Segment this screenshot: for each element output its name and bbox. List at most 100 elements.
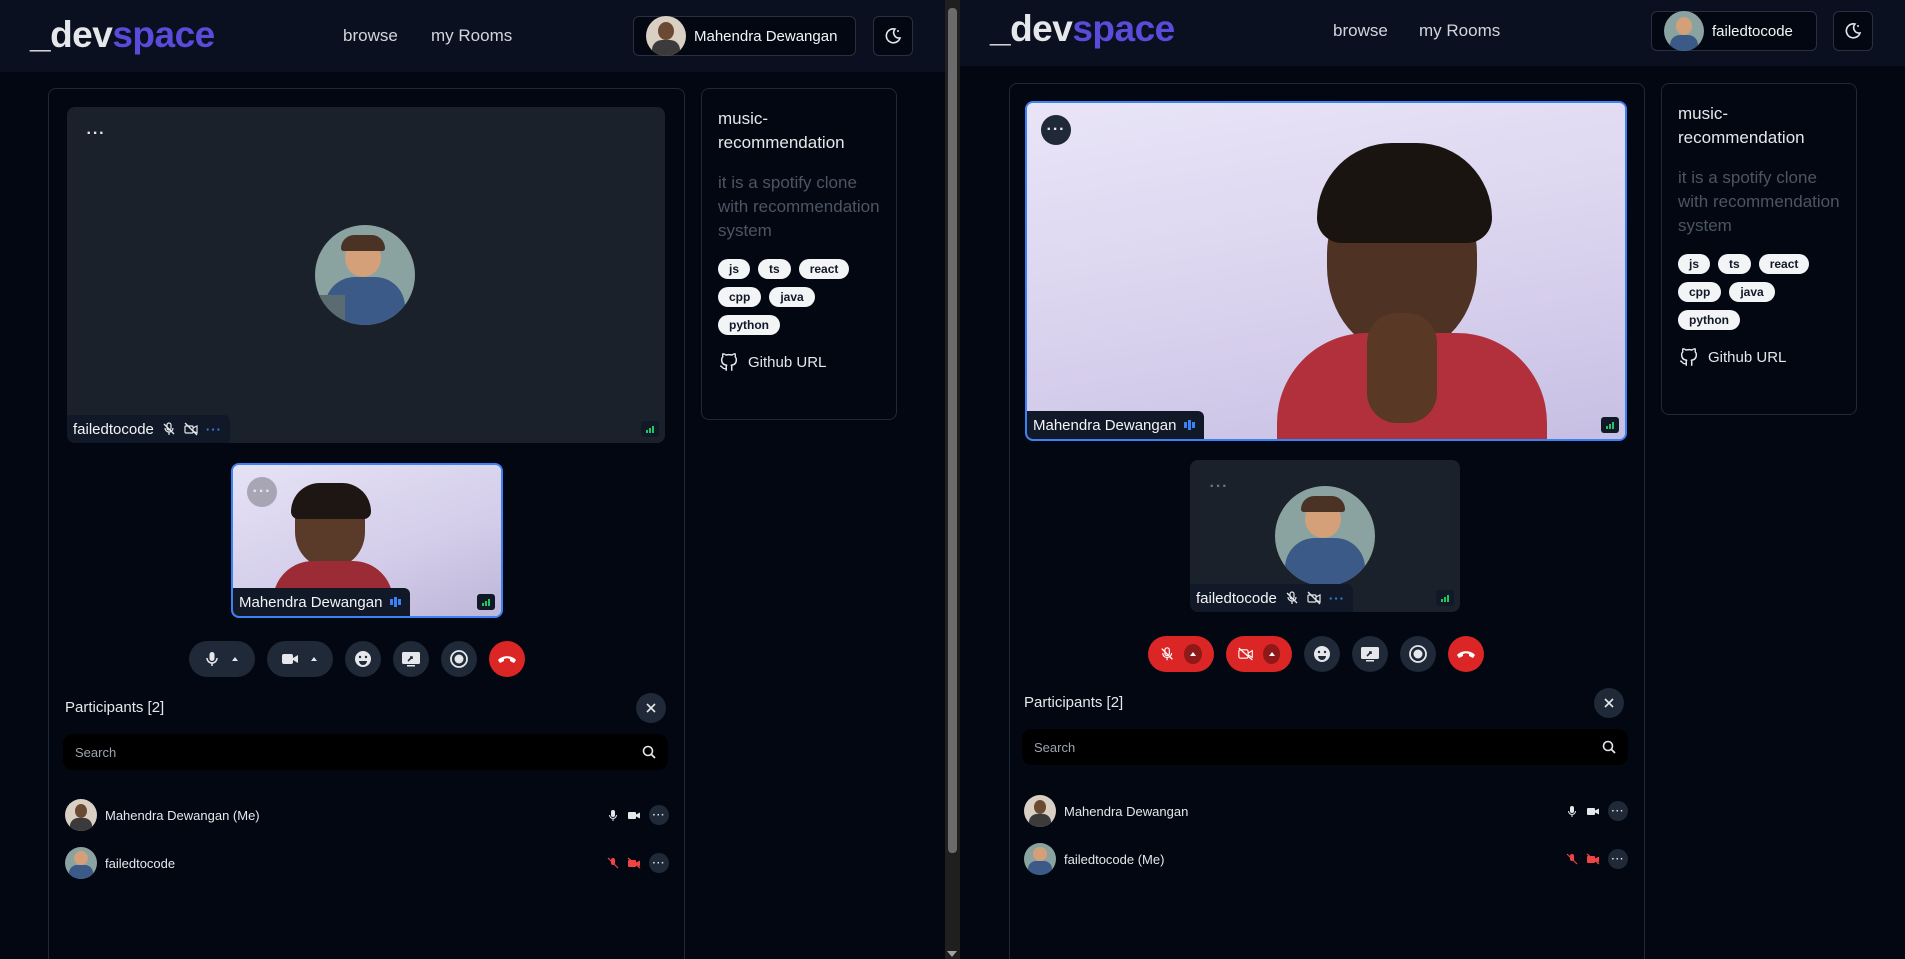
- leave-call-button[interactable]: [1448, 636, 1484, 672]
- avatar: [1024, 795, 1056, 827]
- tag-badge[interactable]: cpp: [1678, 282, 1722, 302]
- tag-badge[interactable]: ts: [758, 259, 791, 279]
- more-dots-icon: ···: [1611, 853, 1625, 865]
- signal-strength-icon: [1601, 417, 1619, 433]
- leave-call-button[interactable]: [489, 641, 525, 677]
- nav-browse-link[interactable]: browse: [343, 26, 398, 46]
- main-video-tile[interactable]: ··· Mahendra Dewangan: [1025, 101, 1627, 441]
- reactions-button[interactable]: [1304, 636, 1340, 672]
- theme-toggle-button[interactable]: [1833, 11, 1873, 51]
- tile-options-button[interactable]: ···: [1041, 115, 1071, 145]
- search-icon[interactable]: [1602, 740, 1616, 754]
- room-title: music-recommendation: [1678, 104, 1805, 147]
- more-dots-icon: ···: [652, 809, 666, 821]
- video-call-card: ··· failedtocode ··· ··· Mahendra Dewang…: [48, 88, 685, 959]
- logo-prefix: _dev: [30, 14, 113, 55]
- more-dots-icon: ···: [1611, 805, 1625, 817]
- self-video-tile[interactable]: ··· Mahendra Dewangan: [231, 463, 503, 618]
- participant-row[interactable]: Mahendra Dewangan ···: [1024, 794, 1628, 828]
- tag-badge[interactable]: python: [718, 315, 780, 335]
- search-input[interactable]: [1034, 739, 1558, 755]
- participant-options-button[interactable]: ···: [649, 805, 669, 825]
- close-icon: [646, 703, 656, 713]
- user-menu-button[interactable]: Mahendra Dewangan: [633, 16, 856, 56]
- main-video-tile[interactable]: ··· failedtocode ···: [67, 107, 665, 443]
- record-button[interactable]: [1400, 636, 1436, 672]
- avatar: [65, 847, 97, 879]
- reactions-button[interactable]: [345, 641, 381, 677]
- nav-my-rooms-link[interactable]: my Rooms: [1419, 21, 1500, 41]
- speaking-indicator-icon: [390, 597, 402, 607]
- mic-toggle-button[interactable]: [189, 641, 255, 677]
- tag-badge[interactable]: cpp: [718, 287, 762, 307]
- user-menu-button[interactable]: failedtocode: [1651, 11, 1817, 51]
- tag-badge[interactable]: react: [798, 259, 850, 279]
- tag-badge[interactable]: js: [1678, 254, 1711, 274]
- participants-search: [63, 734, 668, 770]
- mic-toggle-button[interactable]: [1148, 636, 1214, 672]
- tile-participant-name: failedtocode: [1196, 589, 1277, 607]
- tag-badge[interactable]: ts: [1718, 254, 1751, 274]
- nav-browse-link[interactable]: browse: [1333, 21, 1388, 41]
- room-description: it is a spotify clone with recommendatio…: [718, 173, 880, 240]
- share-screen-button[interactable]: [393, 641, 429, 677]
- github-label: Github URL: [1708, 348, 1787, 366]
- search-icon[interactable]: [642, 745, 656, 759]
- logo[interactable]: _devspace: [30, 14, 215, 56]
- avatar: [646, 16, 686, 56]
- tag-badge[interactable]: java: [1729, 282, 1775, 302]
- participant-row[interactable]: failedtocode (Me) ···: [1024, 842, 1628, 876]
- camera-options-button[interactable]: [1263, 644, 1280, 664]
- header: _devspace browse my Rooms failedtocode: [960, 0, 1905, 66]
- github-label: Github URL: [748, 353, 827, 371]
- tile-participant-name: failedtocode: [73, 420, 154, 438]
- participant-name-tag: Mahendra Dewangan: [233, 588, 411, 616]
- call-controls: [189, 641, 525, 677]
- mic-icon: [609, 810, 617, 821]
- nav-my-rooms-link[interactable]: my Rooms: [431, 26, 512, 46]
- close-participants-button[interactable]: [1594, 688, 1624, 718]
- github-link[interactable]: Github URL: [1678, 346, 1840, 368]
- share-screen-button[interactable]: [1352, 636, 1388, 672]
- emoji-icon: [355, 651, 371, 667]
- tag-list: js ts react cpp java python: [718, 259, 880, 335]
- logo[interactable]: _devspace: [990, 8, 1175, 50]
- scroll-down-arrow-icon[interactable]: [947, 951, 957, 957]
- record-button[interactable]: [441, 641, 477, 677]
- phone-hangup-icon: [1457, 651, 1475, 658]
- participant-options-button[interactable]: ···: [1608, 849, 1628, 869]
- tile-options-button[interactable]: ···: [81, 119, 111, 149]
- participant-options-button[interactable]: ···: [1608, 801, 1628, 821]
- scrollbar-thumb[interactable]: [948, 8, 957, 853]
- scrollbar[interactable]: [945, 0, 960, 959]
- right-browser-pane: _devspace browse my Rooms failedtocode ·…: [960, 0, 1905, 959]
- tag-badge[interactable]: js: [718, 259, 751, 279]
- camera-toggle-button[interactable]: [1226, 636, 1292, 672]
- participant-name-tag: failedtocode ···: [67, 415, 230, 443]
- theme-toggle-button[interactable]: [873, 16, 913, 56]
- github-link[interactable]: Github URL: [718, 351, 880, 373]
- camera-off-icon: [1238, 647, 1253, 661]
- user-name: Mahendra Dewangan: [694, 27, 838, 45]
- tag-badge[interactable]: react: [1758, 254, 1810, 274]
- participants-title: Participants [2]: [1024, 694, 1124, 711]
- self-video-tile[interactable]: ··· failedtocode ···: [1190, 460, 1460, 612]
- tile-participant-name: Mahendra Dewangan: [1033, 416, 1177, 434]
- tile-options-button[interactable]: ···: [247, 477, 277, 507]
- chevron-up-icon[interactable]: [230, 654, 240, 664]
- tag-badge[interactable]: java: [769, 287, 815, 307]
- participant-options-button[interactable]: ···: [649, 853, 669, 873]
- participant-name: failedtocode (Me): [1064, 851, 1165, 867]
- camera-toggle-button[interactable]: [267, 641, 333, 677]
- mic-options-button[interactable]: [1184, 644, 1202, 664]
- camera-off-icon: [1307, 591, 1321, 605]
- tag-badge[interactable]: python: [1678, 310, 1740, 330]
- search-input[interactable]: [75, 744, 598, 760]
- participant-row[interactable]: Mahendra Dewangan (Me) ···: [65, 798, 669, 832]
- mic-off-icon: [1161, 647, 1173, 661]
- chevron-up-icon[interactable]: [309, 654, 319, 664]
- close-participants-button[interactable]: [636, 693, 666, 723]
- signal-strength-icon: [641, 421, 659, 437]
- tile-options-button[interactable]: ···: [1204, 472, 1234, 502]
- participant-row[interactable]: failedtocode ···: [65, 846, 669, 880]
